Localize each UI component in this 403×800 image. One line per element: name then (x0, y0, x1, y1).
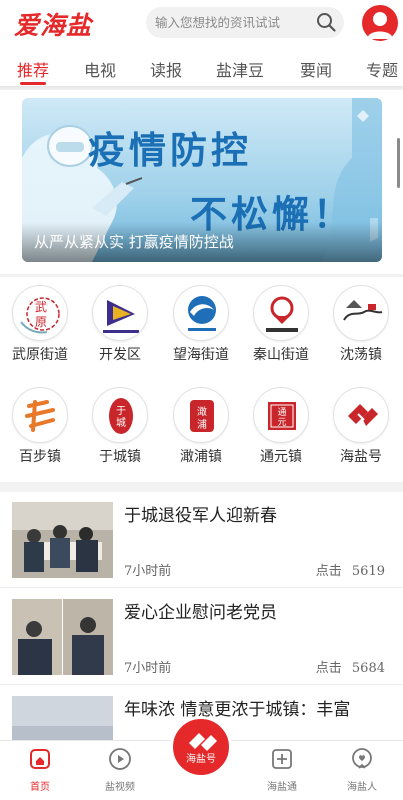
news-list: 于城退役军人迎新春 7小时前 点击 5619 爱心企业慰问老党员 7小时前 点击… (0, 492, 403, 742)
channel-label: 百步镇 (19, 449, 61, 465)
channel-yucheng[interactable]: 于 城 于城镇 (84, 387, 156, 466)
clicks-count: 5684 (351, 661, 385, 676)
news-clicks: 点击 5619 (316, 560, 385, 579)
scrollbar[interactable] (397, 138, 400, 188)
clicks-count: 5619 (351, 564, 385, 579)
tab-yanjindou[interactable]: 盐津豆 (216, 57, 264, 81)
news-thumbnail (12, 696, 113, 742)
channel-grid: 武 原 武原街道 开发区 望海街道 秦山街道 沈荡镇 百步镇 于 城 于城镇 澉… (0, 277, 403, 482)
news-title: 爱心企业慰问老党员 (124, 603, 277, 623)
banner-caption: 从严从紧从实 打赢疫情防控战 (34, 233, 234, 251)
clicks-label: 点击 (315, 661, 342, 676)
tab-tv[interactable]: 电视 (84, 57, 116, 81)
svg-text:通: 通 (277, 407, 286, 418)
top-header: 爱海盐 (0, 0, 403, 50)
channel-baibu[interactable]: 百步镇 (4, 387, 76, 466)
news-title: 年味浓 情意更浓于城镇：丰富 (124, 700, 351, 720)
tongyuan-logo-icon: 通 元 (253, 387, 309, 443)
channel-tongyuan[interactable]: 通 元 通元镇 (245, 387, 317, 466)
search-input[interactable] (146, 7, 344, 38)
channel-wanghai[interactable]: 望海街道 (165, 285, 237, 364)
news-title: 于城退役军人迎新春 (124, 506, 277, 526)
svg-text:元: 元 (277, 418, 286, 428)
tab-headlines[interactable]: 要闻 (300, 57, 332, 81)
channel-label: 沈荡镇 (340, 347, 382, 363)
channel-label: 通元镇 (260, 449, 302, 465)
channel-shendang[interactable]: 沈荡镇 (325, 285, 397, 364)
nav-label: 海盐通 (267, 782, 297, 793)
news-time: 7小时前 (124, 564, 172, 579)
news-clicks: 点击 5684 (316, 657, 385, 676)
banner-section: 疫情防控 不松懈！ 从严从紧从实 打赢疫情防控战 (0, 90, 403, 274)
channel-label: 武原街道 (12, 347, 68, 363)
svg-text:城: 城 (116, 417, 126, 429)
news-thumbnail (12, 599, 113, 675)
nav-tong[interactable]: 海盐通 (252, 747, 312, 793)
channel-kaifaqu[interactable]: 开发区 (84, 285, 156, 364)
baibu-logo-icon (12, 387, 68, 443)
nav-video[interactable]: 盐视频 (90, 747, 150, 793)
channel-label: 海盐号 (340, 449, 382, 465)
channel-label: 秦山街道 (253, 347, 309, 363)
search-icon[interactable] (316, 12, 336, 32)
channel-qinshan[interactable]: 秦山街道 (245, 285, 317, 364)
channel-haiyanhao[interactable]: 海盐号 (325, 387, 397, 466)
tab-topics[interactable]: 专题 (366, 57, 398, 81)
channel-ganpu[interactable]: 澉 浦 澉浦镇 (165, 387, 237, 466)
haiyanhao-logo-icon (333, 387, 389, 443)
active-tab-indicator (20, 82, 46, 85)
channel-label: 开发区 (99, 347, 141, 363)
nav-label: 海盐人 (347, 782, 377, 793)
yucheng-logo-icon: 于 城 (92, 387, 148, 443)
bottom-navigation: 首页 盐视频 海盐号 海盐通 海盐人 (0, 716, 403, 800)
nav-haiyanhao-button[interactable]: 海盐号 (170, 716, 232, 778)
svg-text:浦: 浦 (197, 418, 207, 431)
banner-headline-1: 疫情防控 (88, 129, 252, 172)
user-icon (367, 12, 393, 39)
chat-bubble-icon (352, 748, 372, 769)
channel-wuyuan[interactable]: 武 原 武原街道 (4, 285, 76, 364)
play-icon (109, 748, 131, 770)
home-icon (30, 749, 50, 769)
svg-text:于: 于 (116, 406, 126, 417)
kaifaqu-logo-icon (92, 285, 148, 341)
shendang-logo-icon (333, 285, 389, 341)
channel-label: 望海街道 (173, 347, 229, 363)
tab-newspaper[interactable]: 读报 (150, 57, 182, 81)
svg-text:澉: 澉 (197, 405, 207, 418)
banner-carousel[interactable]: 疫情防控 不松懈！ 从严从紧从实 打赢疫情防控战 (22, 98, 382, 262)
handshake-icon (189, 733, 217, 751)
plus-square-icon (272, 749, 292, 769)
clicks-label: 点击 (315, 564, 342, 579)
avatar[interactable] (362, 5, 398, 41)
qinshan-logo-icon (253, 285, 309, 341)
channel-label: 于城镇 (99, 449, 141, 465)
nav-people[interactable]: 海盐人 (332, 747, 392, 793)
nav-label: 盐视频 (105, 782, 135, 793)
news-item[interactable]: 爱心企业慰问老党员 7小时前 点击 5684 (0, 589, 403, 685)
wanghai-logo-icon (173, 285, 229, 341)
nav-home[interactable]: 首页 (10, 747, 70, 793)
app-logo[interactable]: 爱海盐 (14, 6, 92, 42)
channel-tabs: 推荐 电视 读报 盐津豆 要闻 专题 (0, 50, 403, 86)
news-thumbnail (12, 502, 113, 578)
svg-text:武: 武 (35, 300, 47, 314)
nav-label: 首页 (30, 782, 50, 793)
channel-label: 澉浦镇 (180, 449, 222, 465)
ganpu-logo-icon: 澉 浦 (173, 387, 229, 443)
news-item[interactable]: 于城退役军人迎新春 7小时前 点击 5619 (0, 492, 403, 588)
wuyuan-logo-icon: 武 原 (12, 285, 68, 341)
news-time: 7小时前 (124, 661, 172, 676)
nav-label: 海盐号 (186, 754, 216, 765)
tab-recommend[interactable]: 推荐 (17, 57, 49, 81)
svg-text:原: 原 (35, 315, 47, 329)
